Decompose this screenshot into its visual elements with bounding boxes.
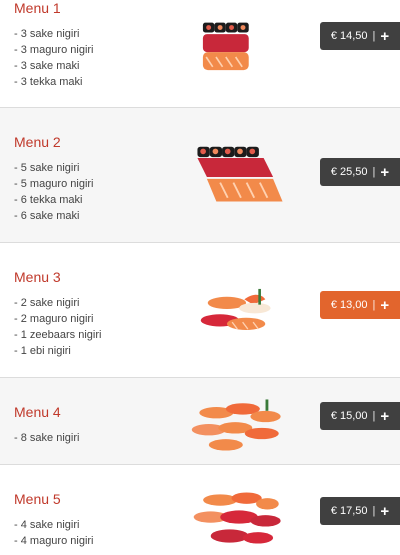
add-to-cart-button[interactable]: € 13,00 | + bbox=[320, 291, 400, 319]
plus-icon: + bbox=[380, 407, 390, 425]
price-label: € 15,00 bbox=[330, 410, 368, 422]
sushi-platter-image bbox=[197, 146, 283, 202]
price-label: € 14,50 bbox=[330, 30, 368, 42]
add-to-cart-button[interactable]: € 14,50 | + bbox=[320, 22, 400, 50]
menu-row-4: Menu 4 8 sake nigiri € 15,00 | + bbox=[0, 378, 400, 465]
menu-items: 5 sake nigiri 5 maguro nigiri 6 tekka ma… bbox=[14, 160, 94, 224]
list-item: 3 sake maki bbox=[14, 58, 94, 74]
separator: | bbox=[372, 299, 376, 311]
menu-title: Menu 2 bbox=[14, 134, 61, 150]
menu-items: 2 sake nigiri 2 maguro nigiri 1 zeebaars… bbox=[14, 295, 102, 359]
separator: | bbox=[372, 30, 376, 42]
list-item: 6 tekka maki bbox=[14, 192, 94, 208]
sushi-platter-image bbox=[202, 22, 249, 71]
add-to-cart-button[interactable]: € 15,00 | + bbox=[320, 402, 400, 430]
menu-items: 8 sake nigiri bbox=[14, 430, 80, 446]
list-item: 1 zeebaars nigiri bbox=[14, 327, 102, 343]
price-label: € 17,50 bbox=[330, 505, 368, 517]
menu-title: Menu 5 bbox=[14, 491, 61, 507]
sushi-platter-image bbox=[200, 288, 271, 330]
menu-items: 3 sake nigiri 3 maguro nigiri 3 sake mak… bbox=[14, 26, 94, 90]
list-item: 4 sake nigiri bbox=[14, 517, 94, 533]
plus-icon: + bbox=[380, 163, 390, 181]
list-item: 3 maguro nigiri bbox=[14, 42, 94, 58]
separator: | bbox=[372, 166, 376, 178]
plus-icon: + bbox=[380, 502, 390, 520]
add-to-cart-button[interactable]: € 17,50 | + bbox=[320, 497, 400, 525]
sushi-platter-image bbox=[191, 399, 281, 451]
list-item: 1 ebi nigiri bbox=[14, 343, 101, 359]
list-item: 3 sake nigiri bbox=[14, 26, 94, 42]
plus-icon: + bbox=[380, 27, 390, 45]
separator: | bbox=[372, 410, 376, 422]
menu-title: Menu 3 bbox=[14, 269, 61, 285]
list-item: 2 maguro nigiri bbox=[14, 311, 101, 327]
list-item: 3 tekka maki bbox=[14, 74, 94, 90]
menu-row-1: Menu 1 3 sake nigiri 3 maguro nigiri 3 s… bbox=[0, 0, 400, 108]
list-item: 2 sake nigiri bbox=[14, 295, 101, 311]
list-item: 6 sake maki bbox=[14, 208, 94, 224]
menu-list: Menu 1 3 sake nigiri 3 maguro nigiri 3 s… bbox=[0, 0, 400, 553]
menu-row-5: Menu 5 4 sake nigiri 4 maguro nigiri € 1… bbox=[0, 465, 400, 555]
menu-title: Menu 4 bbox=[14, 404, 61, 420]
price-label: € 13,00 bbox=[330, 299, 368, 311]
price-label: € 25,50 bbox=[330, 166, 368, 178]
list-item: 5 sake nigiri bbox=[14, 160, 94, 176]
plus-icon: + bbox=[380, 296, 390, 314]
menu-title: Menu 1 bbox=[14, 0, 61, 16]
separator: | bbox=[372, 505, 376, 517]
sushi-platter-image bbox=[193, 492, 281, 544]
add-to-cart-button[interactable]: € 25,50 | + bbox=[320, 158, 400, 186]
menu-row-3: Menu 3 2 sake nigiri 2 maguro nigiri 1 z… bbox=[0, 243, 400, 378]
menu-items: 4 sake nigiri 4 maguro nigiri bbox=[14, 517, 94, 549]
list-item: 8 sake nigiri bbox=[14, 430, 80, 446]
list-item: 4 maguro nigiri bbox=[14, 533, 94, 549]
menu-row-2: Menu 2 5 sake nigiri 5 maguro nigiri 6 t… bbox=[0, 108, 400, 243]
list-item: 5 maguro nigiri bbox=[14, 176, 94, 192]
